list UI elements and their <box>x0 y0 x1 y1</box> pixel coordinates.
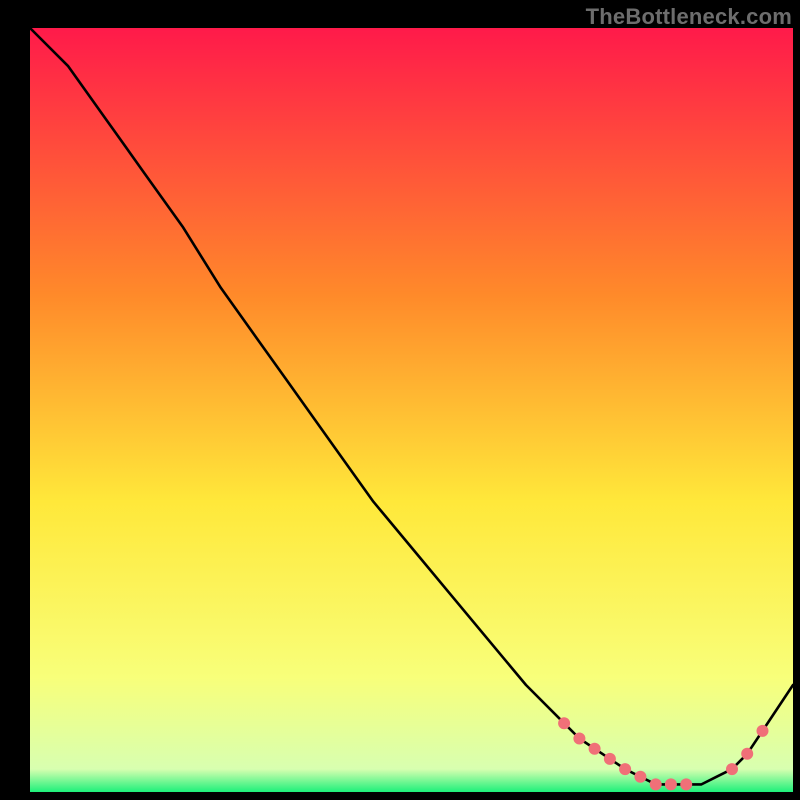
marker-point <box>634 771 646 783</box>
plot-area <box>30 28 793 792</box>
marker-point <box>558 717 570 729</box>
marker-point <box>680 778 692 790</box>
marker-point <box>650 778 662 790</box>
marker-point <box>619 763 631 775</box>
marker-point <box>741 748 753 760</box>
marker-point <box>573 733 585 745</box>
chart-stage: TheBottleneck.com <box>0 0 800 800</box>
marker-point <box>665 778 677 790</box>
marker-point <box>726 763 738 775</box>
marker-point <box>757 725 769 737</box>
marker-point <box>589 743 601 755</box>
marker-point <box>604 753 616 765</box>
bottleneck-chart <box>0 0 800 800</box>
